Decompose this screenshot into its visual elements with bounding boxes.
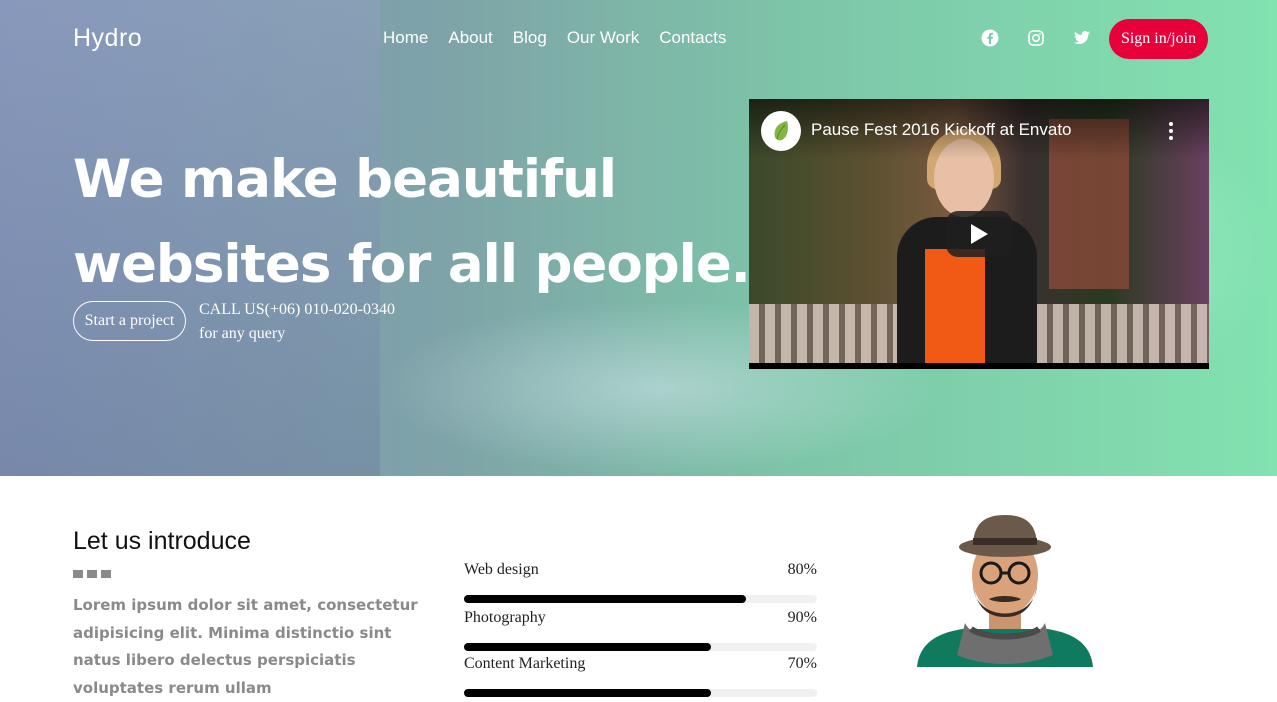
skill-label: Web design (464, 561, 539, 578)
envato-leaf-icon[interactable] (761, 111, 801, 151)
skill-label: Photography (464, 609, 546, 626)
skill-track (464, 595, 817, 603)
nav-about[interactable]: About (448, 28, 492, 48)
skill-fill (464, 689, 712, 697)
main-nav: Home About Blog Our Work Contacts (383, 28, 746, 48)
instagram-icon[interactable] (1026, 28, 1046, 48)
intro-title: Let us introduce (73, 527, 251, 555)
divider-square (101, 570, 111, 578)
play-icon (971, 224, 988, 244)
intro-text: Lorem ipsum dolor sit amet, consectetur … (73, 596, 418, 697)
hero-headline: We make beautiful websites for all peopl… (73, 137, 751, 307)
skill-track (464, 689, 817, 697)
nav-home[interactable]: Home (383, 28, 428, 48)
video-embed[interactable]: Pause Fest 2016 Kickoff at Envato (749, 99, 1209, 369)
skill-label: Content Marketing (464, 655, 586, 672)
hero-headline-line-2: websites for all people. (73, 234, 751, 295)
video-title[interactable]: Pause Fest 2016 Kickoff at Envato (811, 120, 1072, 140)
skill-percent: 80% (787, 561, 817, 578)
hero-headline-line-1: We make beautiful (73, 149, 617, 210)
nav-our-work[interactable]: Our Work (567, 28, 639, 48)
call-query-text: for any query (199, 325, 286, 342)
call-info: CALL US(+06) 010-020-0340 for any query (199, 298, 395, 346)
play-button[interactable] (946, 211, 1012, 257)
twitter-icon[interactable] (1072, 28, 1092, 48)
skill-fill (464, 643, 712, 651)
skill-percent: 90% (787, 609, 817, 626)
nav-contacts[interactable]: Contacts (659, 28, 726, 48)
more-vertical-icon[interactable] (1167, 121, 1175, 141)
nav-blog[interactable]: Blog (513, 28, 547, 48)
signin-join-button[interactable]: Sign in/join (1109, 19, 1208, 59)
skill-fill (464, 595, 747, 603)
divider-square (87, 570, 97, 578)
intro-divider (73, 570, 111, 578)
video-bottom-bar (749, 363, 1209, 369)
hero-section: Hydro Home About Blog Our Work Contacts … (0, 0, 1277, 476)
video-thumbnail-speaker-shirt (925, 249, 985, 363)
skill-track (464, 643, 817, 651)
facebook-icon[interactable] (980, 28, 1000, 48)
start-project-button[interactable]: Start a project (73, 301, 186, 341)
skill-percent: 70% (787, 655, 817, 672)
divider-square (73, 570, 83, 578)
team-member-portrait (905, 505, 1105, 667)
site-logo[interactable]: Hydro (73, 24, 142, 53)
call-phone-text: CALL US(+06) 010-020-0340 (199, 301, 395, 318)
